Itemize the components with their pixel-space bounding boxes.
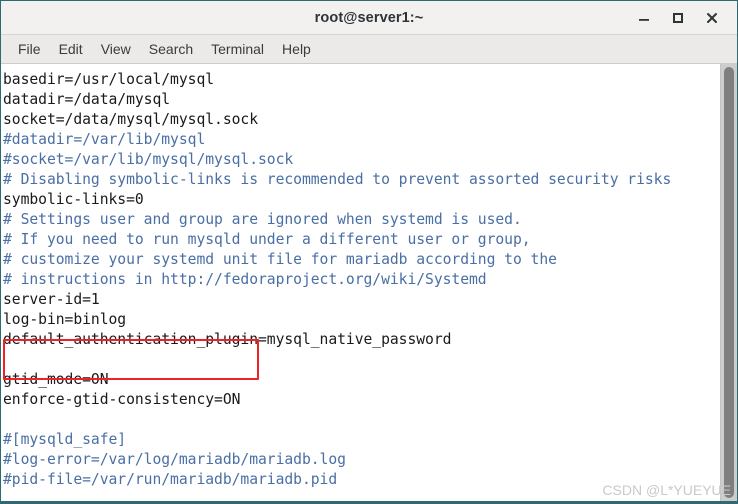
maximize-button[interactable] xyxy=(661,1,695,34)
vertical-scrollbar[interactable] xyxy=(720,64,737,501)
editor-line: datadir=/data/mysql xyxy=(3,91,171,108)
menu-item-view[interactable]: View xyxy=(92,39,140,59)
title-bar[interactable]: root@server1:~ xyxy=(1,1,737,35)
editor-line: # instructions in http://fedoraproject.o… xyxy=(3,271,487,288)
editor-line: # If you need to run mysqld under a diff… xyxy=(3,231,531,248)
window-controls xyxy=(627,1,729,34)
editor-line: # Settings user and group are ignored wh… xyxy=(3,211,522,228)
terminal-body: basedir=/usr/local/mysql datadir=/data/my… xyxy=(1,64,737,501)
window-title: root@server1:~ xyxy=(314,9,424,26)
editor-line: enforce-gtid-consistency=ON xyxy=(3,391,241,408)
menu-item-search[interactable]: Search xyxy=(140,39,202,59)
editor-line: default_authentication_plugin=mysql_nati… xyxy=(3,331,452,348)
terminal-window: root@server1:~ File Edit View Search Ter… xyxy=(0,0,738,504)
editor-line: log-bin=binlog xyxy=(3,311,127,328)
editor-line: gtid_mode=ON xyxy=(3,371,109,388)
editor-line: symbolic-links=0 xyxy=(3,191,144,208)
editor-lines: basedir=/usr/local/mysql datadir=/data/my… xyxy=(3,70,720,501)
editor-line: #datadir=/var/lib/mysql xyxy=(3,131,206,148)
editor-line: # customize your systemd unit file for m… xyxy=(3,251,557,268)
editor-line: #socket=/var/lib/mysql/mysql.sock xyxy=(3,151,294,168)
menu-item-terminal[interactable]: Terminal xyxy=(202,39,273,59)
editor-line: #log-error=/var/log/mariadb/mariadb.log xyxy=(3,451,346,468)
menu-item-help[interactable]: Help xyxy=(273,39,320,59)
minimize-button[interactable] xyxy=(627,1,661,34)
editor-line: socket=/data/mysql/mysql.sock xyxy=(3,111,258,128)
editor-line: # Disabling symbolic-links is recommende… xyxy=(3,171,672,188)
close-button[interactable] xyxy=(695,1,729,34)
editor-line: server-id=1 xyxy=(3,291,100,308)
editor-line: #[mysqld_safe] xyxy=(3,431,127,448)
menu-bar: File Edit View Search Terminal Help xyxy=(1,35,737,64)
menu-item-file[interactable]: File xyxy=(9,39,50,59)
watermark-label: CSDN @L*YUEYUE xyxy=(602,482,731,498)
scrollbar-thumb[interactable] xyxy=(724,67,734,498)
menu-item-edit[interactable]: Edit xyxy=(50,39,92,59)
terminal-text-area[interactable]: basedir=/usr/local/mysql datadir=/data/my… xyxy=(1,64,720,501)
editor-line: basedir=/usr/local/mysql xyxy=(3,71,215,88)
